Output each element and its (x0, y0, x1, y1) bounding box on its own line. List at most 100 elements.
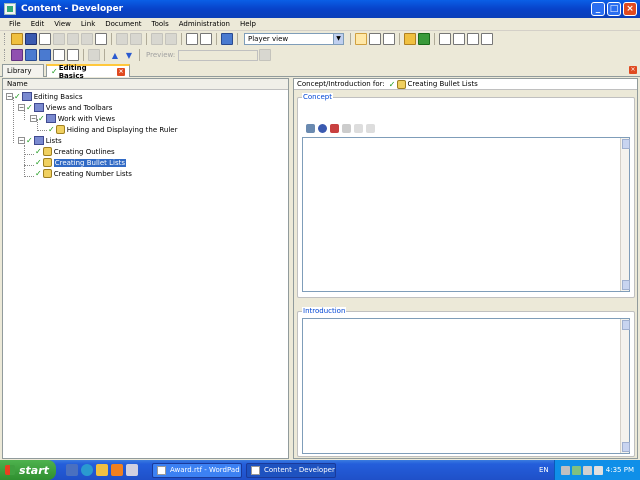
maximize-button[interactable]: □ (607, 2, 621, 16)
tree-node[interactable]: ✓ Hiding and Displaying the Ruler (48, 124, 177, 135)
save-icon[interactable] (25, 33, 37, 45)
collapse-icon[interactable]: − (6, 93, 13, 100)
checkmark-icon: ✓ (388, 79, 396, 89)
toolbar-grip[interactable] (4, 33, 7, 45)
menu-link[interactable]: Link (76, 20, 100, 28)
tree-node[interactable]: − ✓ Lists (18, 135, 62, 146)
refresh-icon[interactable] (418, 33, 430, 45)
question-icon[interactable] (53, 49, 65, 61)
panel-close-icon[interactable]: × (629, 66, 637, 74)
checkmark-icon: ✓ (26, 103, 33, 112)
tree-node[interactable]: − ✓ Work with Views (30, 113, 115, 124)
preview-select[interactable] (178, 49, 259, 61)
spelling-icon[interactable] (200, 33, 212, 45)
security-icon[interactable] (572, 465, 581, 475)
concept-scrollbar[interactable] (620, 138, 630, 291)
menu-tools[interactable]: Tools (147, 20, 174, 28)
media-icon[interactable] (111, 464, 123, 476)
redo-icon[interactable] (130, 33, 142, 45)
find-icon[interactable] (186, 33, 198, 45)
layout-horizontal-icon[interactable] (369, 33, 381, 45)
back-icon[interactable] (151, 33, 163, 45)
link-icon[interactable] (306, 124, 315, 133)
undo-checkout-icon[interactable] (481, 33, 493, 45)
introduction-editor[interactable] (302, 318, 630, 454)
volume-icon[interactable] (594, 465, 603, 475)
edit-icon[interactable] (342, 124, 351, 133)
web-page-icon[interactable] (318, 124, 327, 133)
tree-node[interactable]: − ✓ Editing Basics (6, 91, 83, 102)
minimize-button[interactable]: _ (591, 2, 605, 16)
collapse-icon[interactable]: − (30, 115, 37, 122)
topic-icon (42, 158, 52, 167)
language-indicator[interactable]: EN (539, 466, 549, 474)
tab-editing-basics[interactable]: ✓ Editing Basics × (46, 64, 130, 80)
clock[interactable]: 4:35 PM (606, 466, 634, 474)
menu-administration[interactable]: Administration (174, 20, 235, 28)
tree-node-selected[interactable]: ✓ Creating Bullet Lists (35, 157, 126, 168)
explorer-icon[interactable] (96, 464, 108, 476)
menu-file[interactable]: File (4, 20, 26, 28)
tree-node[interactable]: ✓ Creating Outlines (35, 146, 115, 157)
cut-icon[interactable] (53, 33, 65, 45)
concept-editor[interactable] (302, 137, 630, 292)
check-out-icon[interactable] (453, 33, 465, 45)
menu-help[interactable]: Help (235, 20, 261, 28)
quick-launch (66, 464, 138, 476)
menu-document[interactable]: Document (100, 20, 146, 28)
new-section-icon[interactable] (25, 49, 37, 61)
tab-close-icon[interactable]: × (117, 67, 125, 76)
preview-icon[interactable] (259, 49, 272, 61)
check-in-icon[interactable] (439, 33, 451, 45)
package-icon[interactable] (330, 124, 339, 133)
menu-edit[interactable]: Edit (26, 20, 50, 28)
tree-node[interactable]: − ✓ Views and Toolbars (18, 102, 112, 113)
start-label: start (19, 463, 49, 477)
preview-doc-icon[interactable] (366, 124, 375, 133)
publish-icon[interactable] (404, 33, 416, 45)
move-up-icon[interactable]: ▲ (109, 49, 121, 61)
copy-icon[interactable] (67, 33, 79, 45)
app-launcher-icon[interactable] (126, 464, 138, 476)
insert-link-icon[interactable] (67, 49, 79, 61)
tray-icons (561, 465, 603, 475)
paste-icon[interactable] (81, 33, 93, 45)
properties-icon[interactable] (95, 33, 107, 45)
new-topic-icon[interactable] (39, 49, 51, 61)
move-down-icon[interactable]: ▼ (123, 49, 135, 61)
toolbar-separator (216, 33, 217, 45)
help-icon[interactable] (221, 33, 233, 45)
task-wordpad[interactable]: Award.rtf - WordPad (152, 462, 242, 478)
display-icon[interactable] (583, 465, 592, 475)
chevron-down-icon[interactable]: ▼ (333, 34, 343, 44)
introduction-label: Introduction (302, 307, 347, 315)
network-icon[interactable] (561, 465, 570, 475)
layout-single-icon[interactable] (355, 33, 367, 45)
layout-vertical-icon[interactable] (383, 33, 395, 45)
menu-view[interactable]: View (49, 20, 76, 28)
start-button[interactable]: start (0, 460, 56, 480)
tab-library-label: Library (7, 67, 32, 75)
collapse-icon[interactable]: − (18, 137, 25, 144)
forward-icon[interactable] (165, 33, 177, 45)
print-icon[interactable] (39, 33, 51, 45)
view-mode-select[interactable]: Player view ▼ (244, 33, 344, 45)
window-controls: _ □ × (591, 2, 637, 16)
secondary-toolbar: ▲ ▼ Preview: (0, 47, 640, 63)
introduction-scrollbar[interactable] (620, 319, 630, 453)
outline-column-header[interactable]: Name (3, 79, 288, 90)
settings-icon[interactable] (354, 124, 363, 133)
tab-library[interactable]: Library (2, 64, 44, 77)
toolbar-grip[interactable] (4, 49, 7, 61)
record-icon[interactable] (88, 49, 100, 61)
ie-icon[interactable] (81, 464, 93, 476)
history-icon[interactable] (467, 33, 479, 45)
desktop-icon[interactable] (66, 464, 78, 476)
tree-node[interactable]: ✓ Creating Number Lists (35, 168, 132, 179)
undo-icon[interactable] (116, 33, 128, 45)
open-icon[interactable] (11, 33, 23, 45)
collapse-icon[interactable]: − (18, 104, 25, 111)
close-button[interactable]: × (623, 2, 637, 16)
new-module-icon[interactable] (11, 49, 23, 61)
task-content-developer[interactable]: Content - Developer (246, 462, 336, 478)
